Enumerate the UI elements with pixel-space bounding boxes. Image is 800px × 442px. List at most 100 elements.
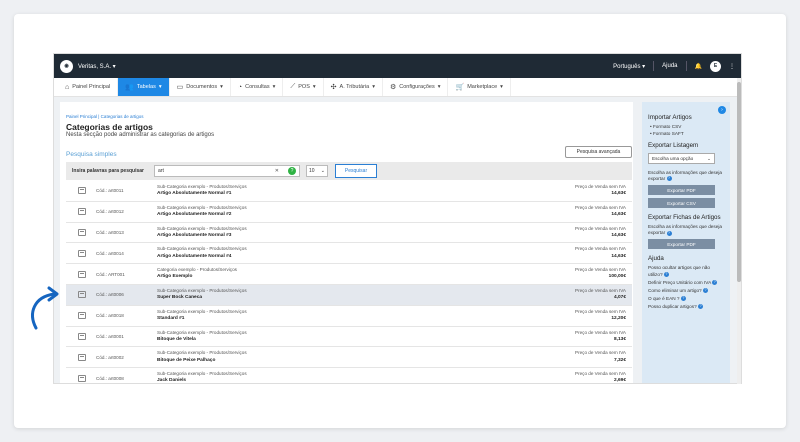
list-item[interactable]: Cód.: art0012 Sub-Categoria exemplo - Pro… [66,201,632,223]
menu-tabelas[interactable]: 👥 Tabelas ▾ [118,78,170,96]
help-link-ean[interactable]: O que é EAN ? ? [648,296,724,302]
articles-list: Cód.: art0011 Sub-Categoria exemplo - Pro… [66,181,632,383]
price-label: Preço de Venda sem IVA [575,288,626,294]
article-name[interactable]: Standard #1 [157,316,184,321]
help-link[interactable]: Ajuda [662,63,677,69]
image-icon [78,374,86,382]
article-price: Preço de Venda sem IVA 7,32€ [542,350,632,364]
import-title: Importar Artigos [648,114,692,121]
per-page-select[interactable]: 10 ⌄ [306,165,328,177]
advanced-search-button[interactable]: Pesquisa avançada [565,146,632,158]
pointer-arrow-icon [31,286,59,330]
list-item[interactable]: Cód.: art0006 Sub-Categoria exemplo - Pro… [66,284,632,306]
article-name[interactable]: Super Bock Caneca [157,295,202,300]
article-category: Sub-Categoria exemplo - Produtos/Serviço… [157,350,247,356]
list-item[interactable]: Cód.: art0014 Sub-Categoria exemplo - Pro… [66,243,632,265]
right-sidebar: Importar Artigos • Formato CSV • Formato… [642,102,730,383]
chevron-down-icon: ⌄ [707,155,711,161]
price-label: Preço de Venda sem IVA [575,267,626,273]
article-category: Sub-Categoria exemplo - Produtos/Serviço… [157,308,247,314]
image-icon [78,270,86,278]
simple-search-label[interactable]: Pesquisa simples [66,151,117,158]
import-csv-link[interactable]: • Formato CSV [650,124,724,129]
article-price: Preço de Venda sem IVA 14,63€ [542,246,632,260]
pos-icon: ⟋ [290,83,296,90]
search-button[interactable]: Pesquisar [335,164,377,178]
menu-pos[interactable]: ⟋ POS ▾ [283,78,324,96]
article-name[interactable]: Artigo Absolutamente Normal #2 [157,212,231,217]
article-name[interactable]: Artigo Absolutamente Normal #4 [157,254,231,259]
main-menu: ⌂ Painel Principal 👥 Tabelas ▾ ▭ Documentos… [54,78,741,97]
image-icon [78,228,86,236]
article-name[interactable]: Bitoque de Peixe Palhaço [157,358,215,363]
avatar[interactable]: E [710,60,721,72]
article-code: Cód.: art0013 [96,229,124,235]
bell-icon[interactable]: 🔔 [695,63,702,70]
export-pdf-button[interactable]: Exportar PDF [648,185,715,196]
list-item[interactable]: Cód.: art0013 Sub-Categoria exemplo - Pro… [66,222,632,244]
top-bar: ◉ Veritas, S.A. ▾ Português ▾ Ajuda 🔔 E … [54,54,741,78]
list-item[interactable]: Cód.: art0008 Sub-Categoria exemplo - Pro… [66,368,632,383]
confirm-icon[interactable]: ? [288,167,296,175]
help-link-hide[interactable]: Posso ocultar artigos que não utilizo? ? [648,265,724,277]
company-selector[interactable]: Veritas, S.A. ▾ [78,63,613,70]
menu-a-tributaria[interactable]: ✣ A. Tributária ▾ [324,78,383,96]
menu-painel-principal[interactable]: ⌂ Painel Principal [58,78,119,96]
collapse-sidebar-icon[interactable]: › [718,106,726,114]
export-title: Exportar Listagem [648,142,699,149]
search-label: Insira palavras para pesquisar [72,168,144,174]
price-label: Preço de Venda sem IVA [575,184,626,190]
list-item[interactable]: Cód.: art0018 Sub-Categoria exemplo - Pro… [66,305,632,327]
help-icon[interactable]: ? [666,230,672,236]
list-item[interactable]: Cód.: art0001 Sub-Categoria exemplo - Pro… [66,326,632,348]
import-saft-link[interactable]: • Formato SAFT [650,131,724,136]
article-code: Cód.: art0002 [96,354,124,360]
price-value: 14,63€ [611,212,626,218]
article-name[interactable]: Artigo Absolutamente Normal #1 [157,191,231,196]
article-code: Cód.: art0001 [96,333,124,339]
help-icon[interactable]: ? [666,176,672,182]
help-link-duplicate[interactable]: Posso duplicar artigos? ? [648,304,724,310]
tax-icon: ✣ [330,84,337,91]
help-link-price[interactable]: Definir Preço Unitário com IVA ? [648,280,724,286]
article-price: Preço de Venda sem IVA 14,63€ [542,205,632,219]
article-name[interactable]: Bitoque de Vitela [157,337,196,342]
help-link-delete[interactable]: Como eliminar um artigo? ? [648,288,724,294]
scrollbar-thumb[interactable] [737,82,741,282]
page-title: Categorias de artigos [66,122,153,132]
article-category: Sub-Categoria exemplo - Produtos/Serviço… [157,371,247,377]
article-name[interactable]: Artigo Exemplo [157,274,192,279]
article-description: Sub-Categoria exemplo - Produtos/Serviço… [157,330,542,344]
menu-documentos[interactable]: ▭ Documentos ▾ [170,78,231,96]
help-icon: ? [712,279,718,285]
article-code: Cód.: ART001 [96,271,125,277]
price-label: Preço de Venda sem IVA [575,329,626,335]
search-input[interactable]: art ✕ ? [154,165,300,177]
list-item[interactable]: Cód.: ART001 Categoria exemplo - Produtos… [66,264,632,285]
list-item[interactable]: Cód.: art0002 Sub-Categoria exemplo - Pro… [66,347,632,369]
price-value: 14,63€ [611,253,626,259]
menu-marketplace[interactable]: 🛒 Marketplace ▾ [448,78,511,96]
article-code: Cód.: art0018 [96,313,124,319]
home-icon: ⌂ [65,83,70,91]
more-menu-icon[interactable]: ⋮ [729,63,735,70]
clear-icon[interactable]: ✕ [275,168,279,174]
page-subtitle: Nesta secção pode administrar as categor… [66,132,215,138]
price-value: 14,63€ [611,232,626,238]
article-price: Preço de Venda sem IVA 4,07€ [542,288,632,302]
export-option-select[interactable]: Escolha uma opção ⌄ [648,153,715,164]
breadcrumb[interactable]: Painel Principal | Categorias de artigos [66,114,143,119]
menu-consultas[interactable]: ◔ Consultas ▾ [231,78,284,96]
article-description: Sub-Categoria exemplo - Produtos/Serviço… [157,288,542,302]
menu-configuracoes[interactable]: ⚙ Configurações ▾ [383,78,449,96]
export-sheets-pdf-button[interactable]: Exportar PDF [648,239,715,250]
article-name[interactable]: Jack Daniels [157,378,186,383]
list-item[interactable]: Cód.: art0011 Sub-Categoria exemplo - Pro… [66,181,632,202]
export-csv-button[interactable]: Exportar CSV [648,198,715,209]
company-logo-icon[interactable]: ◉ [60,59,73,73]
article-name[interactable]: Artigo Absolutamente Normal #3 [157,233,231,238]
price-value: 100,00€ [608,274,626,280]
language-selector[interactable]: Português ▾ [613,63,645,70]
article-description: Sub-Categoria exemplo - Produtos/Serviço… [157,350,542,364]
scrollbar[interactable] [737,78,741,384]
